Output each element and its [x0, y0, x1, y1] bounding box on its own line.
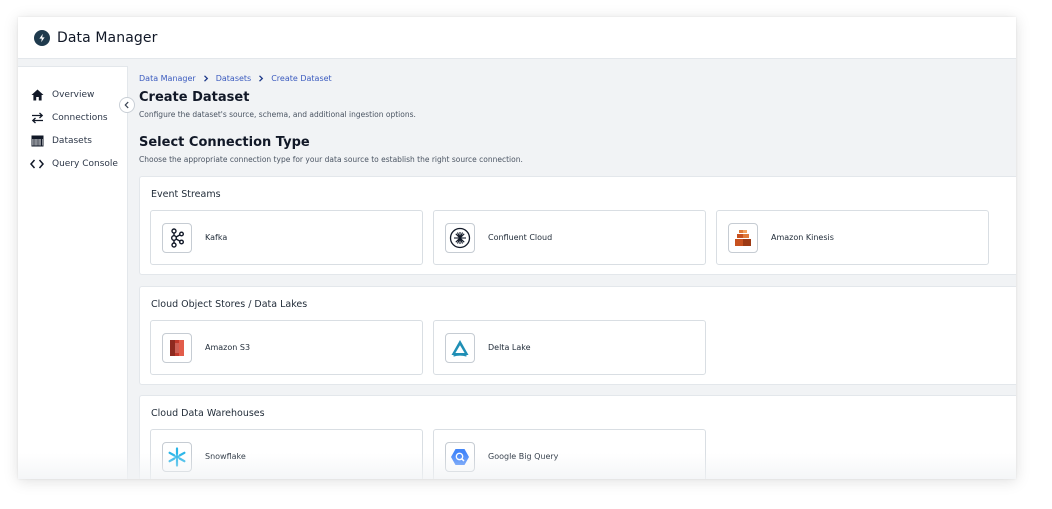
connection-card-snowflake[interactable]: Snowflake — [150, 429, 423, 479]
sidebar-item-overview[interactable]: Overview — [18, 83, 127, 106]
card-label: Snowflake — [205, 452, 246, 461]
table-icon — [30, 134, 44, 148]
card-label: Google Big Query — [488, 452, 559, 461]
snowflake-icon — [162, 441, 192, 472]
chevron-right-icon — [203, 75, 209, 82]
main-content: Data Manager Datasets Create Dataset Cre… — [139, 66, 1016, 479]
breadcrumb-current: Create Dataset — [271, 74, 332, 83]
home-icon — [30, 88, 44, 102]
card-label: Amazon Kinesis — [771, 233, 834, 242]
sidebar-item-datasets[interactable]: Datasets — [18, 129, 127, 152]
code-brackets-icon — [30, 157, 44, 171]
connection-card-kafka[interactable]: Kafka — [150, 210, 423, 265]
card-label: Kafka — [205, 233, 228, 242]
group-title: Event Streams — [151, 189, 221, 200]
page-title: Create Dataset — [139, 90, 250, 105]
sidebar-item-query-console[interactable]: Query Console — [18, 152, 127, 175]
section-title: Select Connection Type — [139, 135, 310, 150]
s3-icon — [162, 332, 192, 363]
connection-card-amazon-kinesis[interactable]: Amazon Kinesis — [716, 210, 989, 265]
chevron-right-icon — [258, 75, 264, 82]
connection-card-google-big-query[interactable]: Google Big Query — [433, 429, 706, 479]
lightning-logo-icon — [34, 29, 50, 46]
arrows-exchange-icon — [30, 111, 44, 125]
app-title: Data Manager — [57, 29, 158, 46]
sidebar-item-label: Query Console — [52, 158, 118, 169]
delta-lake-icon — [445, 332, 475, 363]
card-label: Amazon S3 — [205, 343, 251, 352]
group-cloud-object-stores: Cloud Object Stores / Data Lakes Amazon … — [139, 286, 1016, 385]
breadcrumb-link-data-manager[interactable]: Data Manager — [139, 74, 196, 83]
kafka-icon — [162, 222, 192, 253]
sidebar-item-connections[interactable]: Connections — [18, 106, 127, 129]
top-bar: Data Manager — [18, 17, 1016, 59]
connection-card-amazon-s3[interactable]: Amazon S3 — [150, 320, 423, 375]
section-subtitle: Choose the appropriate connection type f… — [139, 155, 523, 164]
app-window: Data Manager Overview Connections Datase… — [18, 17, 1016, 479]
breadcrumb-link-datasets[interactable]: Datasets — [216, 74, 252, 83]
group-title: Cloud Object Stores / Data Lakes — [151, 299, 308, 310]
card-label: Delta Lake — [488, 343, 531, 352]
chevron-left-icon — [123, 101, 131, 109]
confluent-icon — [445, 222, 475, 253]
bigquery-icon — [445, 441, 475, 472]
sidebar-item-label: Connections — [52, 112, 108, 123]
connection-card-delta-lake[interactable]: Delta Lake — [433, 320, 706, 375]
sidebar-item-label: Overview — [52, 89, 95, 100]
group-event-streams: Event Streams Kafka Confluent Cloud Amaz… — [139, 176, 1016, 275]
group-title: Cloud Data Warehouses — [151, 408, 265, 419]
sidebar: Overview Connections Datasets Query Cons… — [18, 66, 128, 479]
card-label: Confluent Cloud — [488, 233, 553, 242]
group-cloud-data-warehouses: Cloud Data Warehouses Snowflake Google B… — [139, 395, 1016, 479]
connection-card-confluent-cloud[interactable]: Confluent Cloud — [433, 210, 706, 265]
sidebar-collapse-button[interactable] — [119, 97, 135, 113]
breadcrumb: Data Manager Datasets Create Dataset — [139, 74, 332, 83]
sidebar-item-label: Datasets — [52, 135, 92, 146]
kinesis-icon — [728, 222, 758, 253]
page-subtitle: Configure the dataset's source, schema, … — [139, 110, 416, 119]
